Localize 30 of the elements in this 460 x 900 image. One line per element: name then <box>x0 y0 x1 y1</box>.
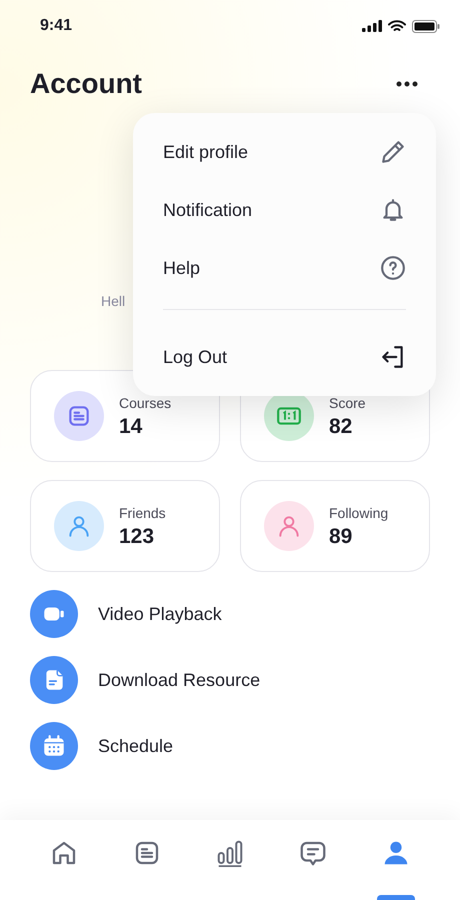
stat-value: 123 <box>119 524 156 550</box>
stat-card[interactable]: Following 89 <box>240 480 430 572</box>
more-icon <box>396 81 418 87</box>
stat-value: 14 <box>119 414 144 440</box>
status-time: 9:41 <box>40 16 72 36</box>
battery-icon <box>412 20 440 32</box>
document-icon <box>30 656 78 704</box>
greeting-text: Hell <box>101 292 126 311</box>
menu-item[interactable]: Log Out <box>163 344 228 370</box>
stat-label: Courses <box>119 394 172 412</box>
stat-label: Following <box>329 504 388 523</box>
stat-label: Score <box>329 394 366 412</box>
menu-link[interactable]: Schedule <box>98 732 174 760</box>
pencil-icon <box>380 139 406 165</box>
stat-card[interactable]: Friends 123 <box>30 480 220 572</box>
signal-icon <box>362 20 382 32</box>
help-icon <box>380 255 406 281</box>
stat-label: Friends <box>119 504 166 522</box>
page-title: Account <box>30 67 142 101</box>
menu-item[interactable]: Edit profile <box>163 138 248 166</box>
menu-item[interactable]: Help <box>163 254 200 282</box>
logout-icon <box>380 344 406 370</box>
menu-link[interactable]: Video Playback <box>98 600 222 628</box>
video-camera-icon <box>30 590 78 638</box>
calendar-icon <box>30 722 78 770</box>
wifi-icon <box>388 20 406 32</box>
menu-link[interactable]: Download Resource <box>98 666 260 694</box>
stat-value: 89 <box>329 524 354 550</box>
stat-value: 82 <box>329 414 354 440</box>
menu-item[interactable]: Notification <box>163 196 252 224</box>
